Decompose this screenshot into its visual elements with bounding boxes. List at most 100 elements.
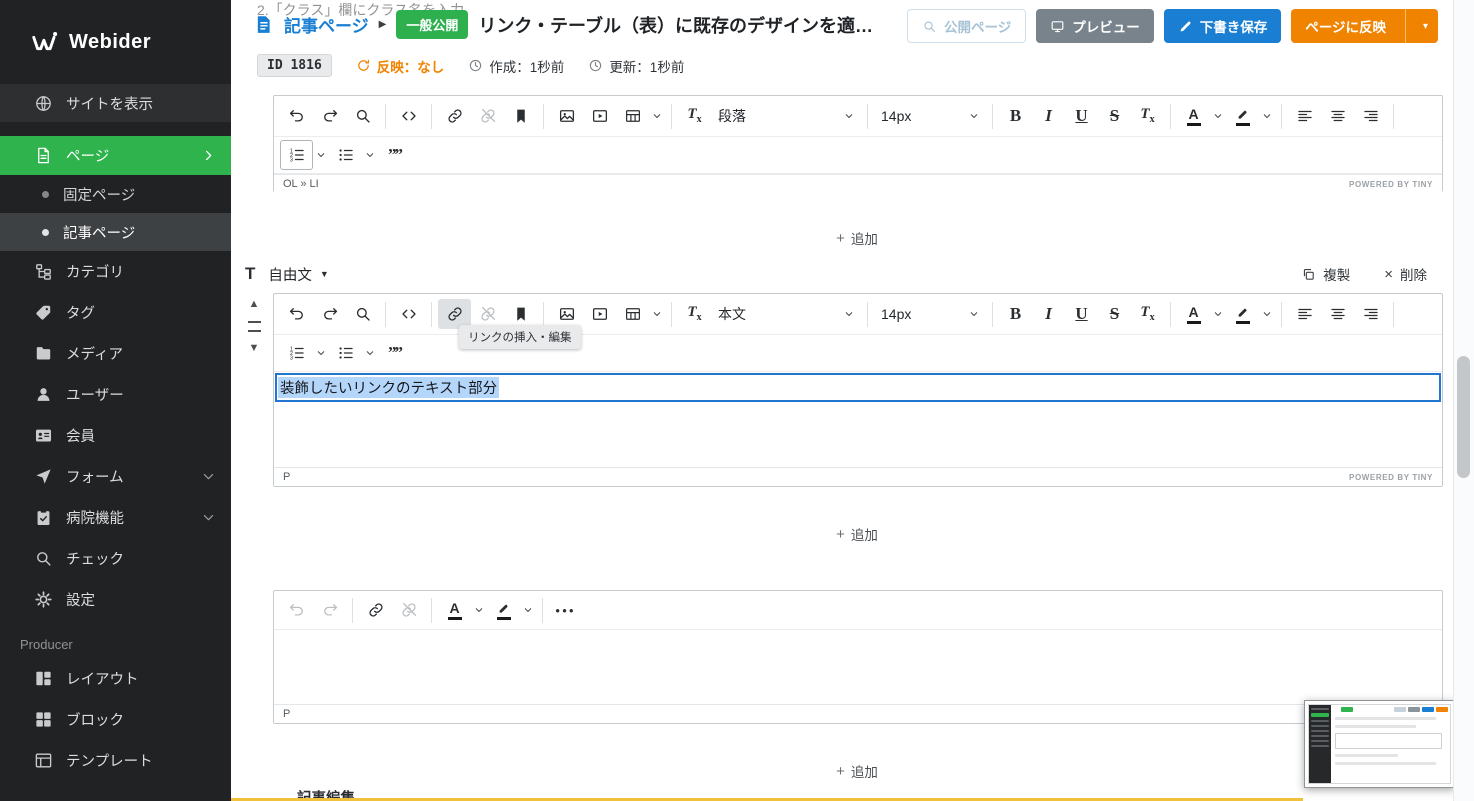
text-color-caret[interactable] [471, 595, 487, 625]
highlight-color-button[interactable] [1226, 101, 1259, 131]
focused-paragraph[interactable]: 装飾したいリンクのテキスト部分 [275, 373, 1441, 402]
strikethrough-button[interactable]: S [1098, 299, 1131, 329]
selected-text[interactable]: 装飾したいリンクのテキスト部分 [278, 377, 499, 398]
sidebar-item-pages[interactable]: ページ [0, 136, 231, 175]
sidebar-item-article-pages[interactable]: 記事ページ [0, 213, 231, 251]
scrollbar-track[interactable] [1453, 0, 1474, 801]
text-color-caret[interactable] [1210, 299, 1226, 329]
highlight-color-caret[interactable] [520, 595, 536, 625]
apply-to-page-button[interactable]: ページに反映 ▾ [1291, 9, 1438, 43]
insert-link-button[interactable] [438, 101, 471, 131]
sidebar-item-hospital-features[interactable]: 病院機能 [0, 497, 231, 538]
ordered-list-button[interactable] [280, 140, 313, 170]
source-code-button[interactable] [392, 101, 425, 131]
text-color-caret[interactable] [1210, 101, 1226, 131]
bold-button[interactable]: B [999, 299, 1032, 329]
apply-dropdown-caret-icon[interactable]: ▾ [1413, 21, 1438, 32]
italic-button[interactable]: I [1032, 299, 1065, 329]
public-page-button[interactable]: 公開ページ [907, 9, 1026, 43]
text-color-button[interactable]: A [438, 595, 471, 625]
search-replace-button[interactable] [346, 299, 379, 329]
element-path[interactable]: P [283, 471, 290, 483]
unordered-list-button[interactable] [329, 338, 362, 368]
paragraph-format-select[interactable]: 本文 [711, 299, 861, 329]
undo-button[interactable] [280, 299, 313, 329]
text-color-button[interactable]: A [1177, 299, 1210, 329]
block-type-caret-icon[interactable]: ▼ [320, 269, 329, 279]
highlight-color-button[interactable] [1226, 299, 1259, 329]
align-left-button[interactable] [1288, 299, 1321, 329]
screenshot-thumbnail[interactable] [1304, 700, 1455, 788]
sidebar-item-categories[interactable]: カテゴリ [0, 251, 231, 292]
delete-block-button[interactable]: × 削除 [1384, 264, 1427, 284]
insert-image-button[interactable] [550, 101, 583, 131]
redo-button[interactable] [313, 595, 346, 625]
ordered-list-caret[interactable] [313, 140, 329, 170]
sidebar-item-media[interactable]: メディア [0, 333, 231, 374]
strikethrough-button[interactable]: S [1098, 101, 1131, 131]
breadcrumb[interactable]: 記事ページ [284, 12, 369, 37]
scrollbar-thumb[interactable] [1457, 356, 1470, 478]
highlight-color-button[interactable] [487, 595, 520, 625]
paragraph-format-select[interactable]: 段落 [711, 101, 861, 131]
save-draft-button[interactable]: 下書き保存 [1164, 9, 1282, 43]
highlight-color-caret[interactable] [1259, 299, 1275, 329]
sidebar-item-forms[interactable]: フォーム [0, 456, 231, 497]
move-block-down-button[interactable]: ▼ [249, 343, 260, 354]
align-center-button[interactable] [1321, 101, 1354, 131]
remove-link-button[interactable] [392, 595, 425, 625]
remove-format-button[interactable]: Tx [1131, 101, 1164, 131]
remove-format-button[interactable]: Tx [1131, 299, 1164, 329]
more-tools-button[interactable]: ●●● [549, 595, 582, 625]
add-block-button[interactable]: + 追加 [796, 755, 918, 787]
sidebar-item-view-site[interactable]: サイトを表示 [0, 84, 231, 122]
undo-button[interactable] [280, 101, 313, 131]
italic-button[interactable]: I [1032, 101, 1065, 131]
unordered-list-caret[interactable] [362, 140, 378, 170]
insert-link-button[interactable] [359, 595, 392, 625]
clear-formatting-button[interactable]: Tx [678, 101, 711, 131]
block-type-select[interactable]: 自由文 [268, 264, 312, 285]
insert-media-button[interactable] [583, 101, 616, 131]
sidebar-item-template[interactable]: テンプレート [0, 740, 231, 781]
sidebar-item-tags[interactable]: タグ [0, 292, 231, 333]
font-size-select[interactable]: 14px [874, 299, 986, 329]
font-size-select[interactable]: 14px [874, 101, 986, 131]
undo-button[interactable] [280, 595, 313, 625]
ordered-list-button[interactable] [280, 338, 313, 368]
bold-button[interactable]: B [999, 101, 1032, 131]
ordered-list-caret[interactable] [313, 338, 329, 368]
align-right-button[interactable] [1354, 299, 1387, 329]
remove-link-button[interactable] [471, 101, 504, 131]
unordered-list-button[interactable] [329, 140, 362, 170]
table-menu-caret[interactable] [649, 101, 665, 131]
underline-button[interactable]: U [1065, 299, 1098, 329]
editor-content-area[interactable]: 装飾したいリンクのテキスト部分 [274, 372, 1442, 467]
drag-handle-icon[interactable] [248, 321, 261, 332]
blockquote-button[interactable]: ”” [378, 140, 411, 170]
source-code-button[interactable] [392, 299, 425, 329]
element-path[interactable]: P [283, 708, 290, 720]
app-logo[interactable]: Webider [0, 0, 231, 84]
redo-button[interactable] [313, 299, 346, 329]
blockquote-button[interactable]: ”” [378, 338, 411, 368]
sidebar-item-members[interactable]: 会員 [0, 415, 231, 456]
insert-table-button[interactable] [616, 101, 649, 131]
add-block-button[interactable]: + 追加 [796, 518, 918, 550]
insert-media-button[interactable] [583, 299, 616, 329]
search-replace-button[interactable] [346, 101, 379, 131]
align-left-button[interactable] [1288, 101, 1321, 131]
sidebar-item-settings[interactable]: 設定 [0, 579, 231, 620]
underline-button[interactable]: U [1065, 101, 1098, 131]
clear-formatting-button[interactable]: Tx [678, 299, 711, 329]
align-right-button[interactable] [1354, 101, 1387, 131]
unordered-list-caret[interactable] [362, 338, 378, 368]
move-block-up-button[interactable]: ▲ [249, 299, 260, 310]
element-path[interactable]: OL » LI [283, 178, 319, 190]
align-center-button[interactable] [1321, 299, 1354, 329]
table-menu-caret[interactable] [649, 299, 665, 329]
editor-content-area[interactable] [274, 630, 1442, 704]
insert-table-button[interactable] [616, 299, 649, 329]
redo-button[interactable] [313, 101, 346, 131]
sidebar-item-fixed-pages[interactable]: 固定ページ [0, 175, 231, 213]
